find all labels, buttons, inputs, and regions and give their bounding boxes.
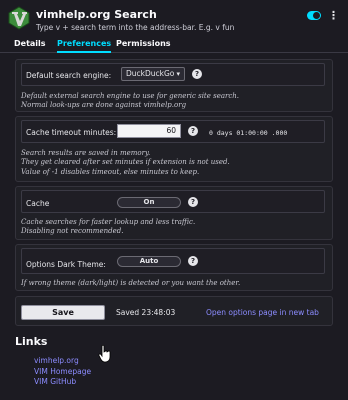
extension-header: vimhelp.org Search Type v + search term … xyxy=(0,0,348,36)
cache-timeout-help: Search results are saved in memory. They… xyxy=(21,149,230,176)
help-circle-icon[interactable]: ? xyxy=(188,197,198,207)
dark-theme-row: Options Dark Theme: Auto ? xyxy=(21,248,325,274)
tab-permissions[interactable]: Permissions xyxy=(116,39,171,51)
engine-section: Default search engine: DuckDuckGo ▾ ? De… xyxy=(15,59,333,112)
link-vim-homepage[interactable]: VIM Homepage xyxy=(34,367,91,376)
help-circle-icon[interactable]: ? xyxy=(192,69,202,79)
extension-description: Type v + search term into the address-ba… xyxy=(36,23,235,32)
saved-status: Saved 23:48:03 xyxy=(116,308,176,317)
tab-preferences[interactable]: Preferences xyxy=(57,39,112,53)
link-vimhelp[interactable]: vimhelp.org xyxy=(34,356,79,365)
tab-details[interactable]: Details xyxy=(14,39,46,51)
dark-theme-help: If wrong theme (dark/light) is detected … xyxy=(21,279,241,287)
dark-theme-toggle[interactable]: Auto xyxy=(117,256,181,267)
engine-label: Default search engine: xyxy=(26,71,112,80)
help-circle-icon[interactable]: ? xyxy=(188,256,198,266)
cache-label: Cache xyxy=(26,199,50,208)
cache-toggle[interactable]: On xyxy=(117,197,181,208)
cache-help: Cache searches for faster lookup and les… xyxy=(21,218,196,236)
cache-timeout-input[interactable]: 60 xyxy=(117,124,181,138)
save-button[interactable]: Save xyxy=(21,305,105,320)
extension-title: vimhelp.org Search xyxy=(36,8,157,21)
cache-timeout-formatted: 0 days 01:00:00 .000 xyxy=(209,129,288,137)
cache-timeout-section: Cache timeout minutes: 60 ? 0 days 01:00… xyxy=(15,116,333,182)
links-title: Links xyxy=(15,335,48,348)
engine-help: Default external search engine to use fo… xyxy=(21,92,240,110)
mouse-pointer-icon xyxy=(98,345,111,363)
open-options-link[interactable]: Open options page in new tab xyxy=(206,308,319,317)
vim-logo-icon xyxy=(8,6,30,30)
cache-timeout-label: Cache timeout minutes: xyxy=(26,128,117,137)
engine-selected-value: DuckDuckGo xyxy=(126,69,175,78)
engine-select[interactable]: DuckDuckGo ▾ xyxy=(121,67,185,81)
cache-row: Cache On ? xyxy=(21,190,325,213)
save-section: Save Saved 23:48:03 Open options page in… xyxy=(15,296,333,326)
help-circle-icon[interactable]: ? xyxy=(188,126,198,136)
chevron-down-icon: ▾ xyxy=(176,70,180,78)
dark-theme-label: Options Dark Theme: xyxy=(26,260,106,269)
link-vim-github[interactable]: VIM GitHub xyxy=(34,377,76,386)
tab-bar: Details Preferences Permissions xyxy=(0,36,348,53)
engine-row: Default search engine: DuckDuckGo ▾ ? xyxy=(21,63,325,86)
cache-timeout-row: Cache timeout minutes: 60 ? 0 days 01:00… xyxy=(21,120,325,143)
more-options-icon[interactable]: ⋮ xyxy=(328,9,339,23)
cache-section: Cache On ? Cache searches for faster loo… xyxy=(15,186,333,240)
dark-theme-section: Options Dark Theme: Auto ? If wrong them… xyxy=(15,244,333,291)
extension-enabled-toggle[interactable] xyxy=(307,11,321,20)
